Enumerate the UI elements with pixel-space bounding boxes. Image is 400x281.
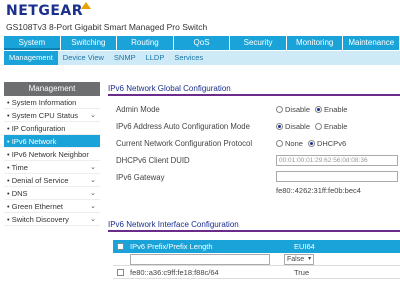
admin-mode-label: Admin Mode xyxy=(116,105,160,114)
sidebar-item-switch-discovery[interactable]: • Switch Discovery ⌄ xyxy=(4,213,100,226)
row-eui64: True xyxy=(294,267,310,277)
radio-selected-icon[interactable] xyxy=(276,123,283,130)
eui64-select[interactable]: False ▾ xyxy=(284,253,315,265)
tab-routing[interactable]: Routing xyxy=(117,36,174,50)
subtab-management[interactable]: Management xyxy=(4,51,58,65)
subtab-services[interactable]: Services xyxy=(169,51,208,65)
sidebar: Management • System Information • System… xyxy=(4,82,100,226)
auto-config-radios: Disable Enable xyxy=(276,122,352,131)
sidebar-item-ip-configuration[interactable]: • IP Configuration xyxy=(4,122,100,135)
new-prefix-input[interactable] xyxy=(130,253,270,265)
sidebar-item-dns[interactable]: • DNS ⌄ xyxy=(4,187,100,200)
protocol-none-option[interactable]: None xyxy=(276,139,303,148)
global-config-title: IPv6 Network Global Configuration xyxy=(108,84,400,96)
table-row-new: False ▾ xyxy=(113,253,400,266)
sidebar-item-time[interactable]: • Time ⌄ xyxy=(4,161,100,174)
tab-security[interactable]: Security xyxy=(230,36,287,50)
sidebar-item-system-cpu-status[interactable]: • System CPU Status ⌄ xyxy=(4,109,100,122)
radio-selected-icon[interactable] xyxy=(315,106,323,113)
chevron-down-icon: ⌄ xyxy=(90,164,96,171)
duid-field[interactable]: 00:01:00:01:29:62:56:0d:08:36 xyxy=(276,155,398,166)
auto-config-label: IPv6 Address Auto Configuration Mode xyxy=(116,122,250,131)
tab-switching[interactable]: Switching xyxy=(60,36,118,50)
sub-nav: Management Device View SNMP LLDP Service… xyxy=(4,51,400,65)
sidebar-item-green-ethernet[interactable]: • Green Ethernet ⌄ xyxy=(4,200,100,213)
column-header-eui64: EUI64 xyxy=(294,242,315,251)
subtab-snmp[interactable]: SNMP xyxy=(109,51,141,65)
duid-label: DHCPv6 Client DUID xyxy=(116,156,190,165)
row-prefix: fe80::a36:c9ff:fe18:f88c/64 xyxy=(130,267,219,277)
admin-mode-radios: Disable Enable xyxy=(276,105,352,114)
logo-mark-icon xyxy=(81,2,91,9)
tab-monitoring[interactable]: Monitoring xyxy=(286,36,344,50)
netgear-logo: NETGEAR xyxy=(6,2,93,19)
chevron-down-icon: ⌄ xyxy=(90,216,96,223)
interface-config-title: IPv6 Network Interface Configuration xyxy=(108,220,400,232)
radio-icon[interactable] xyxy=(276,140,283,147)
admin-mode-disable-option[interactable]: Disable xyxy=(276,105,310,114)
main-nav: System Switching Routing QoS Security Mo… xyxy=(4,36,400,50)
sidebar-header: Management xyxy=(4,82,100,96)
interface-table: IPv6 Prefix/Prefix Length EUI64 False ▾ f… xyxy=(113,240,400,279)
admin-mode-enable-option[interactable]: Enable xyxy=(315,105,347,114)
gateway-input[interactable] xyxy=(276,171,398,182)
table-row: fe80::a36:c9ff:fe18:f88c/64 True xyxy=(113,266,400,279)
select-all-checkbox[interactable] xyxy=(117,243,124,250)
protocol-radios: None DHCPv6 xyxy=(276,139,351,148)
table-header: IPv6 Prefix/Prefix Length EUI64 xyxy=(113,240,400,253)
radio-icon[interactable] xyxy=(276,106,283,113)
radio-icon[interactable] xyxy=(315,123,323,130)
tab-qos[interactable]: QoS xyxy=(173,36,231,50)
gateway-label: IPv6 Gateway xyxy=(116,173,165,182)
sidebar-item-denial-of-service[interactable]: • Denial of Service ⌄ xyxy=(4,174,100,187)
chevron-down-icon: ⌄ xyxy=(90,203,96,210)
chevron-down-icon: ⌄ xyxy=(90,112,96,119)
chevron-down-icon: ⌄ xyxy=(90,177,96,184)
chevron-down-icon: ⌄ xyxy=(90,190,96,197)
sidebar-item-system-information[interactable]: • System Information xyxy=(4,96,100,109)
auto-config-enable-option[interactable]: Enable xyxy=(315,122,347,131)
column-header-prefix: IPv6 Prefix/Prefix Length xyxy=(130,242,213,251)
product-title: GS108Tv3 8-Port Gigabit Smart Managed Pr… xyxy=(6,22,208,32)
protocol-dhcpv6-option[interactable]: DHCPv6 xyxy=(307,139,346,148)
radio-selected-icon[interactable] xyxy=(307,140,315,147)
tab-system[interactable]: System xyxy=(4,36,61,50)
row-checkbox[interactable] xyxy=(117,268,124,276)
subtab-lldp[interactable]: LLDP xyxy=(141,51,170,65)
tab-maintenance[interactable]: Maintenance xyxy=(343,36,400,50)
auto-config-disable-option[interactable]: Disable xyxy=(276,122,310,131)
sidebar-item-ipv6-network-neighbor[interactable]: • IPv6 Network Neighbor xyxy=(4,148,100,161)
chevron-down-icon: ▾ xyxy=(308,255,312,262)
subtab-device-view[interactable]: Device View xyxy=(58,51,109,65)
sidebar-item-ipv6-network-configuration[interactable]: • IPv6 Network Configuration xyxy=(4,135,100,159)
gateway-current-value: fe80::4262:31ff:fe0b:bec4 xyxy=(276,186,361,195)
protocol-label: Current Network Configuration Protocol xyxy=(116,139,253,148)
